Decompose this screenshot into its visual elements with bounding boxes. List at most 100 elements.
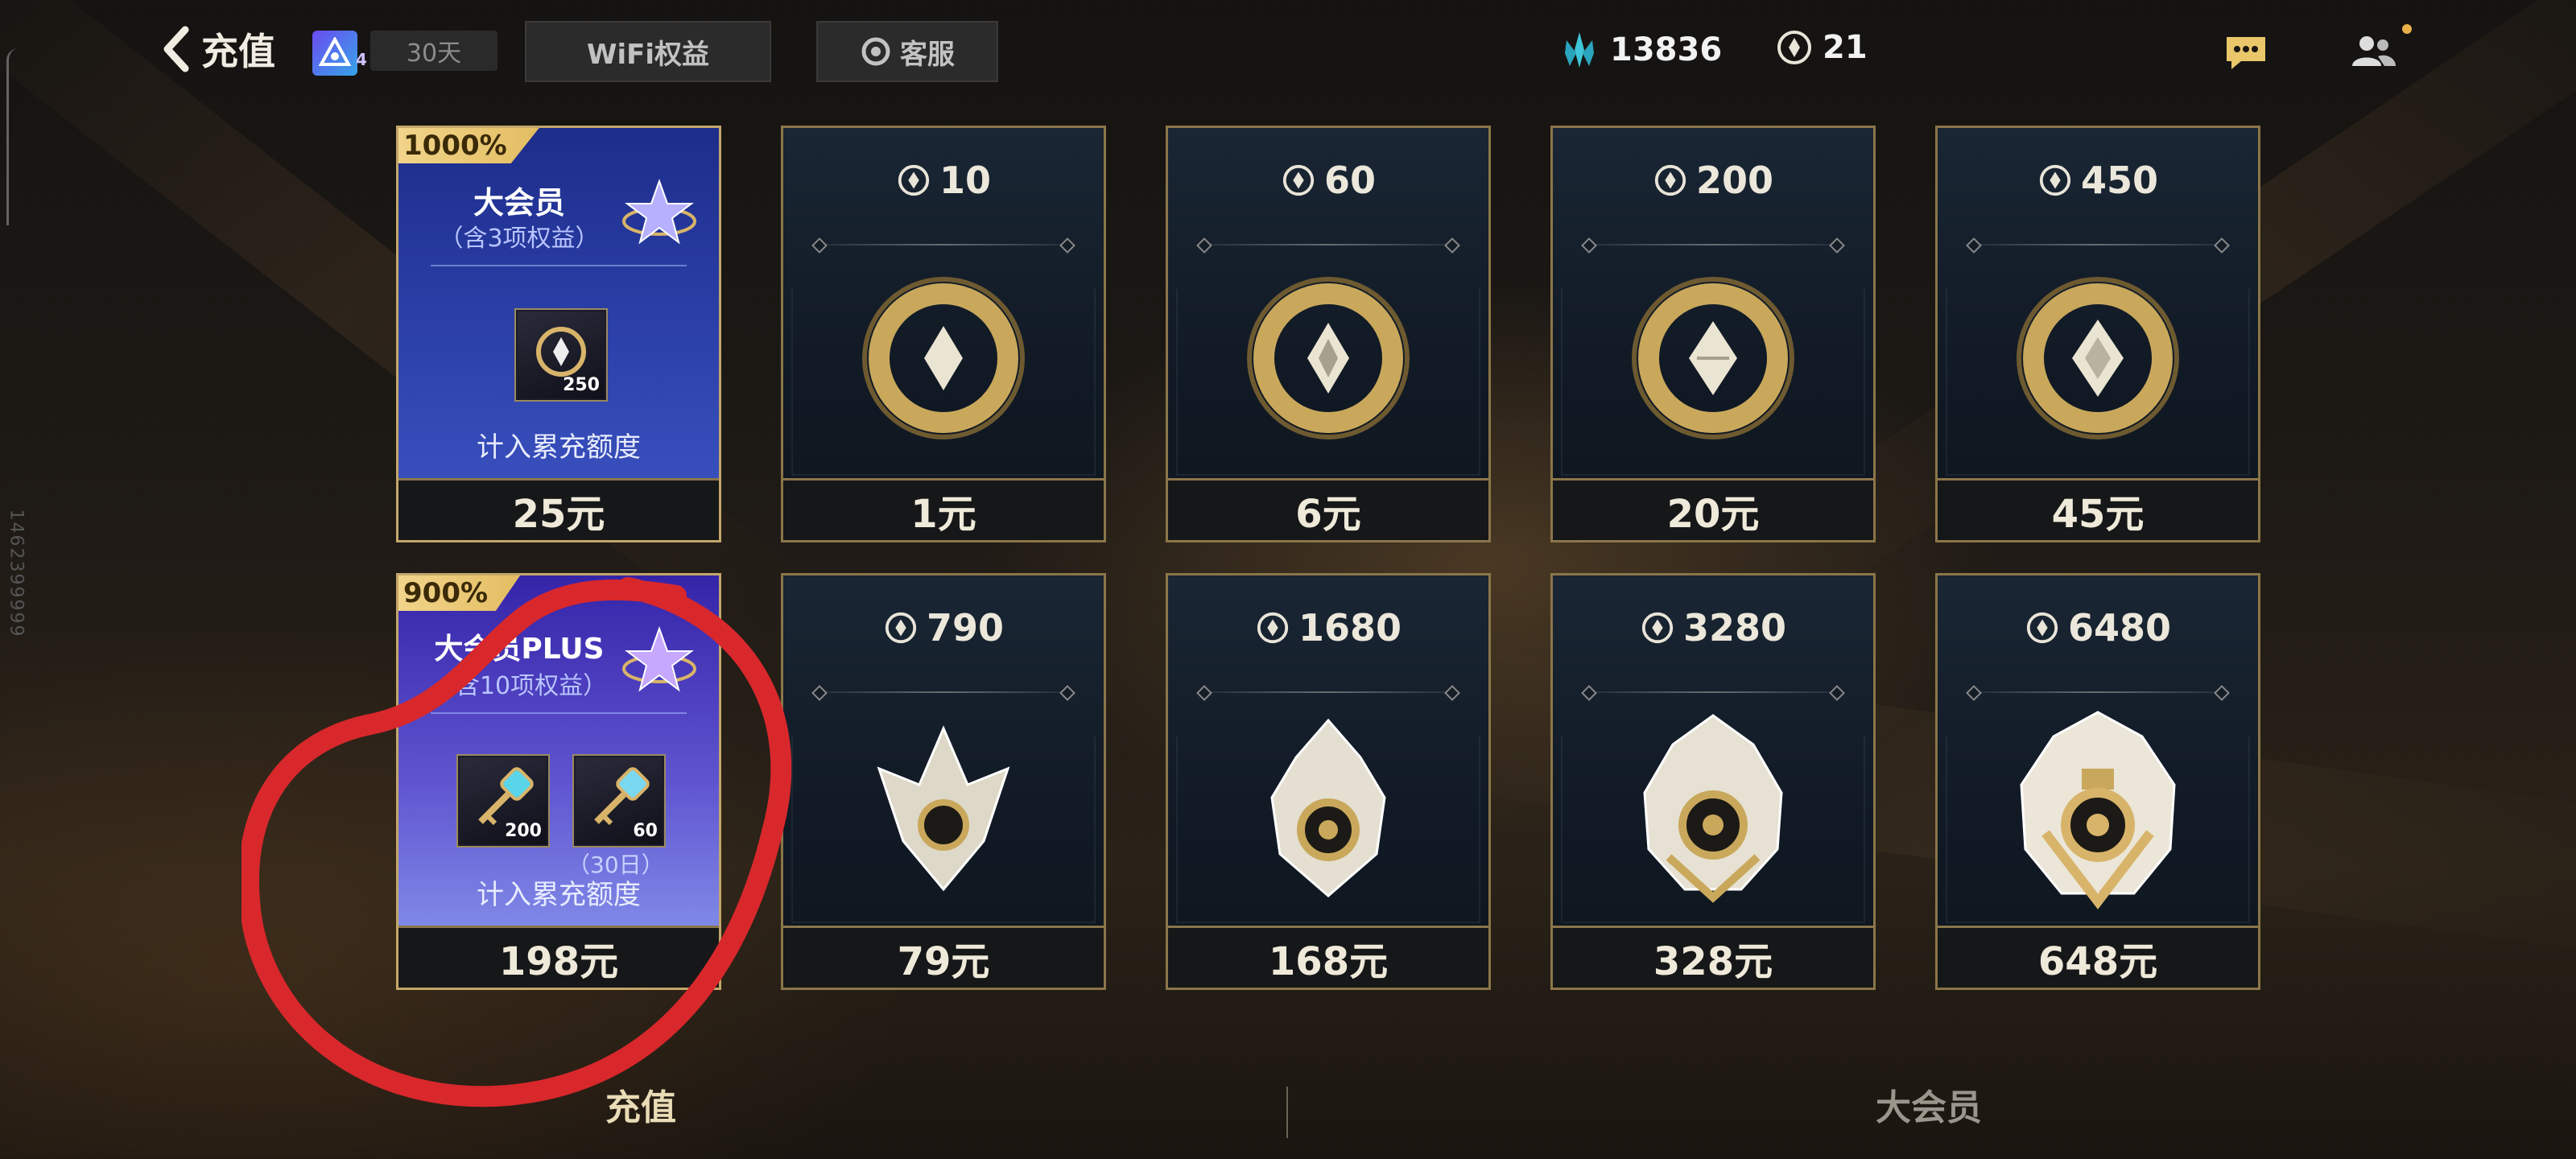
price-label: 648元 <box>1938 926 2258 988</box>
coin-ring-icon <box>862 277 1025 439</box>
coupon-amount-value: 6480 <box>2067 606 2172 650</box>
notification-dot <box>2402 24 2412 34</box>
recharge-card[interactable]: 60 6元 <box>1166 126 1491 542</box>
coupon-amount: 6480 <box>1938 606 2258 650</box>
divider <box>1588 691 1838 693</box>
recharge-card[interactable]: 790 79元 <box>781 573 1106 990</box>
price-label: 45元 <box>1938 478 2258 540</box>
recharge-card[interactable]: 6480 648元 <box>1935 573 2260 990</box>
tab-recharge[interactable]: 充值 <box>605 1079 676 1130</box>
coupon-coin-icon <box>1777 31 1811 64</box>
crystal-gem-icon <box>1270 718 1386 897</box>
tab-divider <box>1286 1087 1288 1138</box>
coin-ring-icon <box>2017 277 2179 439</box>
price-label: 328元 <box>1553 926 1873 988</box>
coupon-coin-icon <box>2026 612 2058 644</box>
coupon-balance[interactable]: 21 <box>1776 29 1868 66</box>
divider <box>1588 244 1838 245</box>
friends-icon[interactable] <box>2349 32 2397 71</box>
coupon-amount: 1680 <box>1168 606 1488 650</box>
customer-service-button[interactable]: 客服 <box>816 21 998 82</box>
vip-plus-card[interactable]: 900% 大会员PLUS （含10项权益） 200 60 （30日） 计入累充额… <box>396 573 721 990</box>
divider <box>819 244 1068 245</box>
reward-item: 250 <box>516 310 606 400</box>
vip-card-subtitle: （含10项权益） <box>431 672 608 700</box>
crystal-gem-icon <box>877 725 1010 892</box>
vip-badge-icon[interactable] <box>312 31 357 76</box>
vip-days: 30天 <box>370 31 497 71</box>
vip-star-icon <box>622 179 696 245</box>
coupon-coin-icon <box>898 164 930 196</box>
tab-vip[interactable]: 大会员 <box>1876 1079 1982 1130</box>
blue-essence-amount: 13836 <box>1610 31 1723 68</box>
recharge-card[interactable]: 3280 328元 <box>1550 573 1876 990</box>
bonus-percent-tag: 900% <box>398 575 521 611</box>
price-label: 25元 <box>398 478 719 540</box>
reward-count: 60 <box>633 821 658 841</box>
divider <box>1203 691 1453 693</box>
vip-card[interactable]: 1000% 大会员 （含3项权益） 250 计入累充额度 25元 <box>396 126 721 542</box>
crystal-gem-icon <box>1643 714 1783 903</box>
recharge-card[interactable]: 450 45元 <box>1935 126 2260 542</box>
customer-service-label: 客服 <box>900 38 955 71</box>
divider <box>431 265 687 266</box>
price-label: 168元 <box>1168 926 1488 988</box>
chat-icon[interactable] <box>2223 34 2268 72</box>
back-button[interactable]: 充值 <box>161 23 275 76</box>
bottom-tab-bar: 充值 大会员 <box>0 1062 2576 1159</box>
vip-card-note: 计入累充额度 <box>477 879 641 911</box>
coupon-amount: 200 <box>1553 159 1873 202</box>
divider <box>431 712 687 714</box>
recharge-card[interactable]: 200 20元 <box>1550 126 1876 542</box>
reward-count: 250 <box>563 375 600 395</box>
divider <box>1973 691 2223 693</box>
recharge-card[interactable]: 10 1元 <box>781 126 1106 542</box>
coupon-coin-icon <box>1654 164 1686 196</box>
vip-card-title: 大会员PLUS <box>434 633 605 666</box>
price-label: 79元 <box>783 926 1104 988</box>
reward-item: 200 <box>458 756 548 846</box>
headset-icon <box>861 37 890 66</box>
blue-essence-icon <box>1565 32 1594 68</box>
vip-star-icon <box>622 626 696 692</box>
divider <box>1973 244 2223 245</box>
crystal-gem-icon <box>2020 711 2176 909</box>
price-label: 20元 <box>1553 478 1873 540</box>
coupon-amount-value: 3280 <box>1682 606 1787 650</box>
coupon-amount-value: 450 <box>2080 159 2159 202</box>
top-bar: 充值 4 30天 WiFi权益 客服 13836 21 <box>0 0 2576 105</box>
wifi-benefits-label: WiFi权益 <box>586 38 710 71</box>
coupon-amount-value: 1680 <box>1298 606 1402 650</box>
coupon-coin-icon <box>2039 164 2071 196</box>
recharge-card[interactable]: 1680 168元 <box>1166 573 1491 990</box>
divider <box>1203 244 1453 245</box>
coupon-coin-icon <box>1282 164 1315 196</box>
reward-count: 200 <box>505 821 542 841</box>
bonus-percent-tag: 1000% <box>398 128 539 163</box>
coupon-coin-icon <box>885 612 917 644</box>
divider <box>819 691 1068 693</box>
vip-card-note: 计入累充额度 <box>477 431 641 464</box>
vip-level: 4 <box>356 50 367 69</box>
price-label: 1元 <box>783 478 1104 540</box>
coupon-coin-icon <box>1641 612 1674 644</box>
page-title: 充值 <box>201 30 275 73</box>
reward-item: 60 <box>574 756 664 846</box>
side-id-text: 1462399999 <box>6 509 27 638</box>
vip-card-subtitle: （含3项权益） <box>439 225 600 253</box>
wifi-benefits-button[interactable]: WiFi权益 <box>525 21 771 82</box>
vip-card-title: 大会员 <box>473 185 565 221</box>
coupon-amount-value: 60 <box>1323 159 1376 202</box>
coupon-amount-value: 200 <box>1695 159 1774 202</box>
coupon-amount-value: 790 <box>926 606 1005 650</box>
coupon-amount: 3280 <box>1553 606 1873 650</box>
chevron-left-icon <box>163 26 189 72</box>
coupon-amount: 60 <box>1168 159 1488 202</box>
coupon-amount: 450 <box>1938 159 2258 202</box>
coupon-amount: 790 <box>783 606 1104 650</box>
coupon-amount: 21 <box>1823 29 1868 66</box>
coupon-amount-value: 10 <box>939 159 991 202</box>
coupon-coin-icon <box>1257 612 1289 644</box>
coin-ring-icon <box>1247 277 1410 439</box>
blue-essence-balance[interactable]: 13836 <box>1558 29 1722 71</box>
